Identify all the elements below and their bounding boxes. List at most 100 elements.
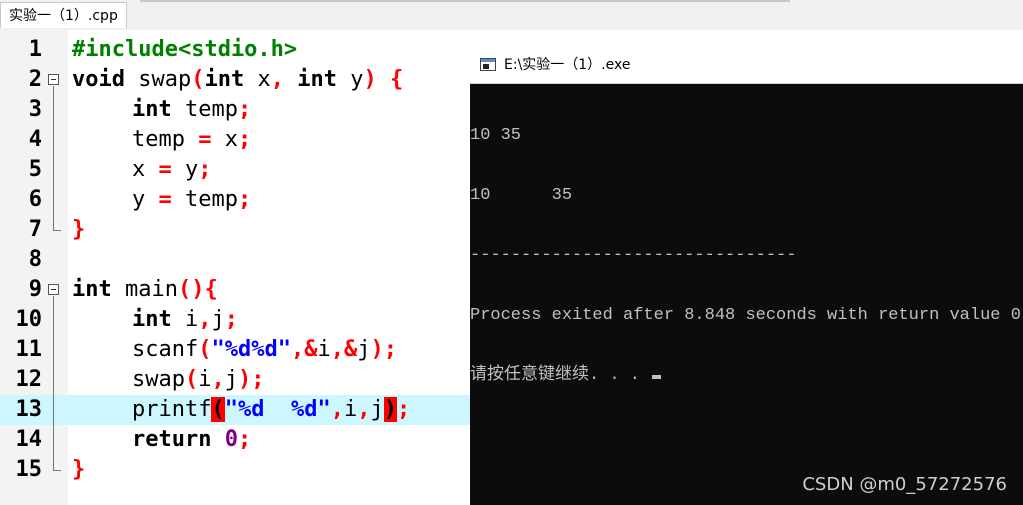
punct: ;	[224, 307, 238, 332]
fold-toggle-icon[interactable]	[48, 74, 59, 85]
punct: ,	[357, 397, 371, 422]
punct: ,	[211, 367, 225, 392]
bracket-match-highlight: (	[211, 397, 225, 422]
bracket-match-highlight: )	[383, 397, 397, 422]
line-number: 10	[15, 307, 43, 332]
number-literal: 0	[211, 427, 238, 452]
operator: =	[158, 157, 172, 182]
keyword: return	[132, 427, 212, 452]
identifier: temp	[132, 127, 199, 152]
code-text: #include<stdio.h>	[72, 35, 297, 65]
identifier: i	[343, 397, 358, 422]
keyword: int	[132, 307, 172, 332]
line-number: 13	[15, 397, 43, 422]
line-number: 2	[28, 67, 42, 92]
punct: ,	[290, 337, 305, 362]
line-number: 15	[15, 457, 43, 482]
punct: (	[191, 67, 205, 92]
punct: ,	[330, 397, 344, 422]
code-text: printf("%d %d",i,j);	[132, 395, 410, 425]
text-cursor-icon	[652, 375, 662, 379]
identifier: y	[336, 67, 364, 92]
fold-guide-end	[53, 470, 61, 471]
code-text: int i,j;	[132, 305, 238, 335]
identifier: i	[317, 337, 331, 362]
code-text: }	[72, 215, 85, 245]
identifier: y	[171, 157, 199, 182]
punct: ,	[330, 337, 344, 362]
line-number: 3	[28, 97, 42, 122]
code-text: y = temp;	[132, 185, 251, 215]
fold-guide	[53, 86, 54, 230]
code-text: x = y;	[132, 155, 212, 185]
identifier: printf	[132, 397, 212, 422]
operator: &	[304, 337, 318, 362]
code-text: temp = x;	[132, 125, 251, 155]
line-number: 5	[28, 157, 42, 182]
string-literal: "%d%d"	[211, 337, 291, 362]
code-text: void swap(int x, int y) {	[72, 65, 403, 95]
line-number: 6	[28, 187, 42, 212]
keyword: void	[72, 67, 125, 92]
line-number: 14	[15, 427, 43, 452]
console-output[interactable]: 10 35 10 35 ----------------------------…	[470, 86, 1023, 426]
tab-label: 实验一（1）.cpp	[9, 8, 118, 24]
keyword: int	[283, 67, 337, 92]
keyword: int	[204, 67, 245, 92]
operator: =	[198, 127, 212, 152]
identifier: y	[132, 187, 159, 212]
code-text: return 0;	[132, 425, 251, 455]
identifier: i	[171, 307, 199, 332]
console-title: E:\实验一（1）.exe	[504, 57, 631, 73]
punct: }	[72, 217, 86, 242]
code-text: swap(i,j);	[132, 365, 264, 395]
string-literal: "%d %d"	[224, 397, 331, 422]
console-line: --------------------------------	[470, 246, 797, 265]
punct: ;	[237, 127, 252, 152]
fold-guide-end	[53, 230, 61, 231]
punct: (	[184, 367, 199, 392]
identifier: j	[211, 307, 225, 332]
identifier: j	[357, 337, 371, 362]
console-titlebar[interactable]: E:\实验一（1）.exe	[470, 47, 1023, 84]
fold-guide	[53, 296, 54, 470]
identifier: swap	[124, 67, 192, 92]
keyword: int	[72, 277, 112, 302]
console-window[interactable]: E:\实验一（1）.exe 10 35 10 35 --------------…	[470, 47, 1023, 505]
identifier: swap	[132, 367, 185, 392]
code-text: int main(){	[72, 275, 218, 305]
punct: ;	[237, 427, 252, 452]
preprocessor: #include<stdio.h>	[72, 37, 298, 62]
punct: ;	[396, 397, 411, 422]
line-number: 8	[28, 247, 42, 272]
identifier: j	[370, 397, 384, 422]
punct: );	[237, 367, 265, 392]
tab-file[interactable]: 实验一（1）.cpp	[0, 2, 127, 28]
console-line: 10 35	[470, 186, 573, 205]
identifier: x	[132, 157, 159, 182]
identifier: i	[198, 367, 212, 392]
punct: (	[198, 337, 212, 362]
console-line: 10 35	[470, 126, 522, 145]
identifier: temp	[171, 187, 238, 212]
punct: (){	[177, 277, 218, 302]
tab-strip-border	[140, 0, 790, 2]
line-number: 1	[28, 37, 42, 62]
code-text: scanf("%d%d",&i,&j);	[132, 335, 397, 365]
line-number: 12	[15, 367, 43, 392]
punct: ) {	[363, 67, 404, 92]
punct: );	[370, 337, 397, 362]
console-line: Process exited after 8.848 seconds with …	[470, 306, 1021, 325]
line-number: 4	[28, 127, 42, 152]
operator: &	[343, 337, 358, 362]
console-line: 请按任意键继续. . .	[470, 366, 651, 385]
tab-bar: 实验一（1）.cpp	[0, 0, 1023, 30]
console-prompt-line: 请按任意键继续. . .	[470, 366, 1023, 386]
punct: }	[72, 457, 86, 482]
punct: ,	[198, 307, 212, 332]
code-text: int temp;	[132, 95, 251, 125]
code-text: }	[72, 455, 85, 485]
punct: ;	[237, 187, 252, 212]
fold-toggle-icon[interactable]	[48, 284, 59, 295]
punct: ,	[270, 67, 284, 92]
